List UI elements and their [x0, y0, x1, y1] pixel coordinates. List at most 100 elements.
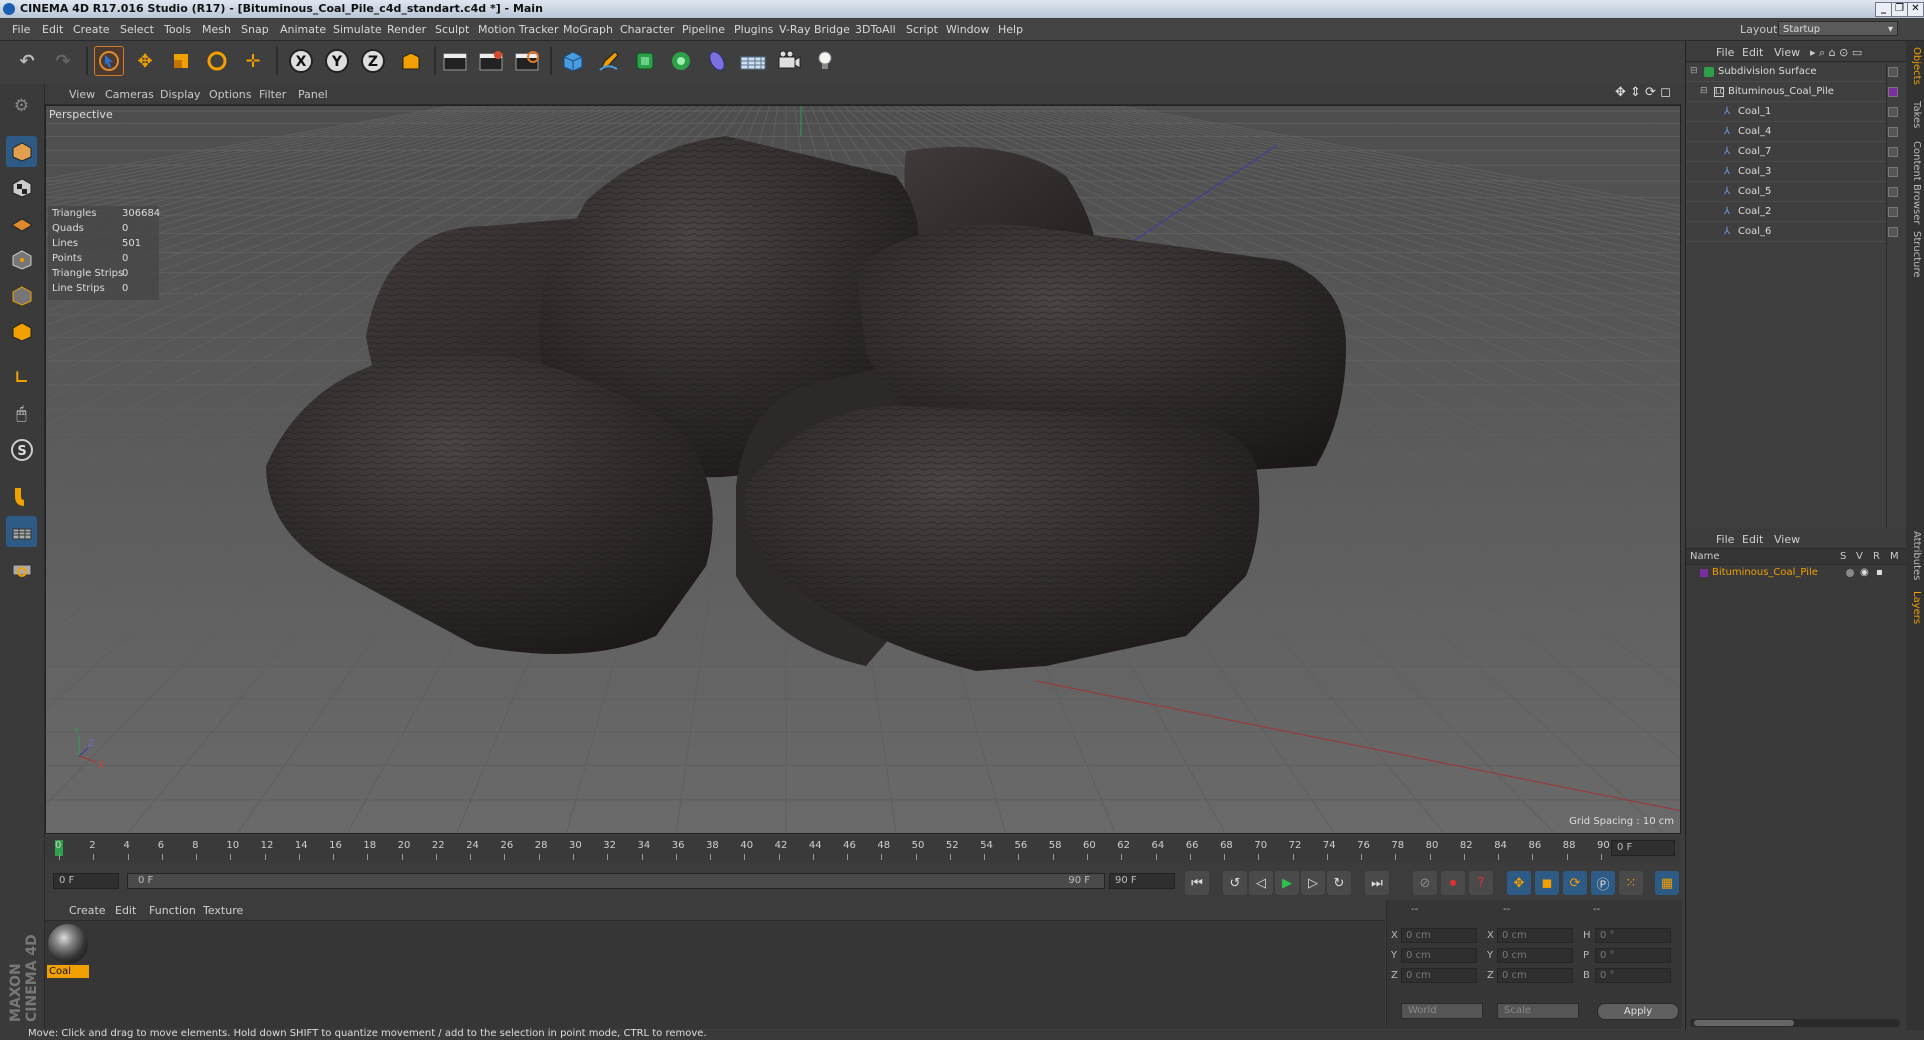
layer-col-render[interactable]: R — [1873, 551, 1880, 562]
previous-key-icon[interactable]: ↺ — [1223, 871, 1247, 895]
tab-attributes[interactable]: Attributes — [1908, 531, 1922, 580]
points-mode-icon[interactable] — [6, 244, 37, 275]
tab-takes[interactable]: Takes — [1908, 101, 1922, 128]
menu-simulate[interactable]: Simulate — [333, 23, 382, 36]
pen-icon[interactable] — [594, 46, 624, 76]
object-menu-edit[interactable]: Edit — [1742, 46, 1763, 59]
y-axis-icon[interactable]: Y — [322, 46, 352, 76]
close-button[interactable]: ✕ — [1907, 2, 1924, 17]
viewport-menu-cameras[interactable]: Cameras — [105, 88, 154, 101]
magnet-icon[interactable] — [6, 480, 37, 511]
tab-objects[interactable]: Objects — [1908, 47, 1922, 85]
go-to-end-icon[interactable]: ⏭ — [1365, 871, 1389, 895]
size-y-field[interactable]: 0 cm — [1497, 948, 1573, 963]
layer-col-name[interactable]: Name — [1690, 551, 1720, 562]
viewport-menu-display[interactable]: Display — [160, 88, 201, 101]
key-rotation-icon[interactable]: ⟳ — [1563, 871, 1587, 895]
next-frame-icon[interactable]: ▷ — [1301, 871, 1325, 895]
scale-icon[interactable] — [166, 46, 196, 76]
render-settings-icon[interactable] — [512, 46, 542, 76]
layer-col-manager[interactable]: M — [1890, 551, 1899, 562]
make-editable-icon[interactable]: ⚙ — [6, 90, 37, 121]
menu-motion-tracker[interactable]: Motion Tracker — [478, 23, 558, 36]
menu-create[interactable]: Create — [73, 23, 110, 36]
planar-workplane-icon[interactable] — [6, 552, 37, 583]
menu-tools[interactable]: Tools — [164, 23, 191, 36]
position-z-field[interactable]: 0 cm — [1401, 968, 1477, 983]
material-menu-function[interactable]: Function — [149, 904, 196, 917]
camera-icon[interactable] — [774, 46, 804, 76]
tab-structure[interactable]: Structure — [1908, 231, 1922, 278]
visibility-toggle[interactable] — [1888, 67, 1898, 77]
layout-dropdown[interactable]: Startup ▾ — [1778, 21, 1898, 36]
timeline-ruler[interactable]: 0 2 4 6 8 10 12 14 16 18 20 22 24 26 28 30 32 34 36 38 40 42 4… — [45, 836, 1681, 862]
deformer-icon[interactable] — [702, 46, 732, 76]
visibility-toggle[interactable] — [1888, 187, 1898, 197]
position-y-field[interactable]: 0 cm — [1401, 948, 1477, 963]
visibility-toggle[interactable] — [1888, 147, 1898, 157]
render-picture-viewer-icon[interactable] — [476, 46, 506, 76]
move-icon[interactable]: ✥ — [130, 46, 160, 76]
collapse-icon[interactable]: ⊟ — [1700, 86, 1708, 96]
workplane-mode-icon[interactable] — [6, 208, 37, 239]
redo-icon[interactable]: ↷ — [48, 46, 78, 76]
layer-color-swatch[interactable] — [1888, 87, 1898, 97]
object-row[interactable]: ⅄ Coal_7 — [1686, 143, 1898, 162]
menu-window[interactable]: Window — [946, 23, 989, 36]
menu-vray-bridge[interactable]: V-Ray Bridge — [779, 23, 850, 36]
previous-frame-icon[interactable]: ◁ — [1249, 871, 1273, 895]
edges-mode-icon[interactable] — [6, 280, 37, 311]
key-parameter-icon[interactable]: Ⓟ — [1591, 871, 1615, 895]
layer-row[interactable]: Bituminous_Coal_Pile ◉ ▪ — [1686, 565, 1906, 582]
layer-menu-edit[interactable]: Edit — [1742, 533, 1763, 546]
rotation-b-field[interactable]: 0 ° — [1595, 968, 1671, 983]
menu-plugins[interactable]: Plugins — [734, 23, 773, 36]
key-pla-icon[interactable]: ⁙ — [1619, 871, 1643, 895]
layer-menu-view[interactable]: View — [1774, 533, 1800, 546]
viewport-nav-icons[interactable]: ✥ ⇕ ⟳ ◻ — [1615, 85, 1671, 100]
layer-manager-scrollbar[interactable] — [1690, 1019, 1900, 1027]
object-row[interactable]: ⅄ Coal_4 — [1686, 123, 1898, 142]
menu-file[interactable]: File — [12, 23, 30, 36]
model-mode-icon[interactable] — [6, 136, 37, 167]
locked-workplane-icon[interactable] — [6, 516, 37, 547]
z-axis-icon[interactable]: Z — [358, 46, 388, 76]
x-axis-icon[interactable]: X — [286, 46, 316, 76]
preview-range-slider[interactable]: 0 F 90 F — [127, 873, 1105, 889]
menu-animate[interactable]: Animate — [280, 23, 326, 36]
object-row[interactable]: ⊟ Subdivision Surface — [1686, 63, 1898, 82]
material-preview-sphere[interactable] — [48, 924, 88, 964]
size-mode-dropdown[interactable]: Scale — [1497, 1003, 1579, 1019]
undo-icon[interactable]: ↶ — [12, 46, 42, 76]
menu-pipeline[interactable]: Pipeline — [682, 23, 725, 36]
visibility-toggle[interactable] — [1888, 227, 1898, 237]
object-row[interactable]: ⊟ L0 Bituminous_Coal_Pile — [1686, 83, 1898, 102]
material-name[interactable]: Coal — [47, 965, 89, 978]
select-arrow-icon[interactable] — [94, 46, 124, 76]
menu-character[interactable]: Character — [620, 23, 674, 36]
size-x-field[interactable]: 0 cm — [1497, 928, 1573, 943]
rotate-icon[interactable] — [202, 46, 232, 76]
timeline-window-icon[interactable]: ▦ — [1655, 871, 1679, 895]
minimize-button[interactable]: _ — [1875, 2, 1892, 17]
go-to-start-icon[interactable]: ⏮ — [1185, 871, 1209, 895]
object-row[interactable]: ⅄ Coal_1 — [1686, 103, 1898, 122]
viewport-menu-filter[interactable]: Filter — [259, 88, 286, 101]
cube-icon[interactable] — [558, 46, 588, 76]
material-menu-edit[interactable]: Edit — [115, 904, 136, 917]
visibility-toggle[interactable] — [1888, 207, 1898, 217]
record-active-icon[interactable]: ⏺ — [1441, 871, 1465, 895]
tweak-mode-icon[interactable]: 🖱 — [6, 398, 37, 429]
floor-icon[interactable] — [738, 46, 768, 76]
rotation-p-field[interactable]: 0 ° — [1595, 948, 1671, 963]
menu-script[interactable]: Script — [906, 23, 938, 36]
render-view-icon[interactable] — [440, 46, 470, 76]
record-motion-icon[interactable]: ⊘ — [1413, 871, 1437, 895]
current-frame-field[interactable]: 0 F — [1611, 840, 1675, 856]
layer-col-solo[interactable]: S — [1840, 551, 1846, 562]
menu-edit[interactable]: Edit — [42, 23, 63, 36]
apply-button[interactable]: Apply — [1597, 1003, 1679, 1020]
object-menu-file[interactable]: File — [1716, 46, 1734, 59]
visibility-toggle[interactable] — [1888, 127, 1898, 137]
layer-color-swatch[interactable] — [1700, 569, 1708, 577]
